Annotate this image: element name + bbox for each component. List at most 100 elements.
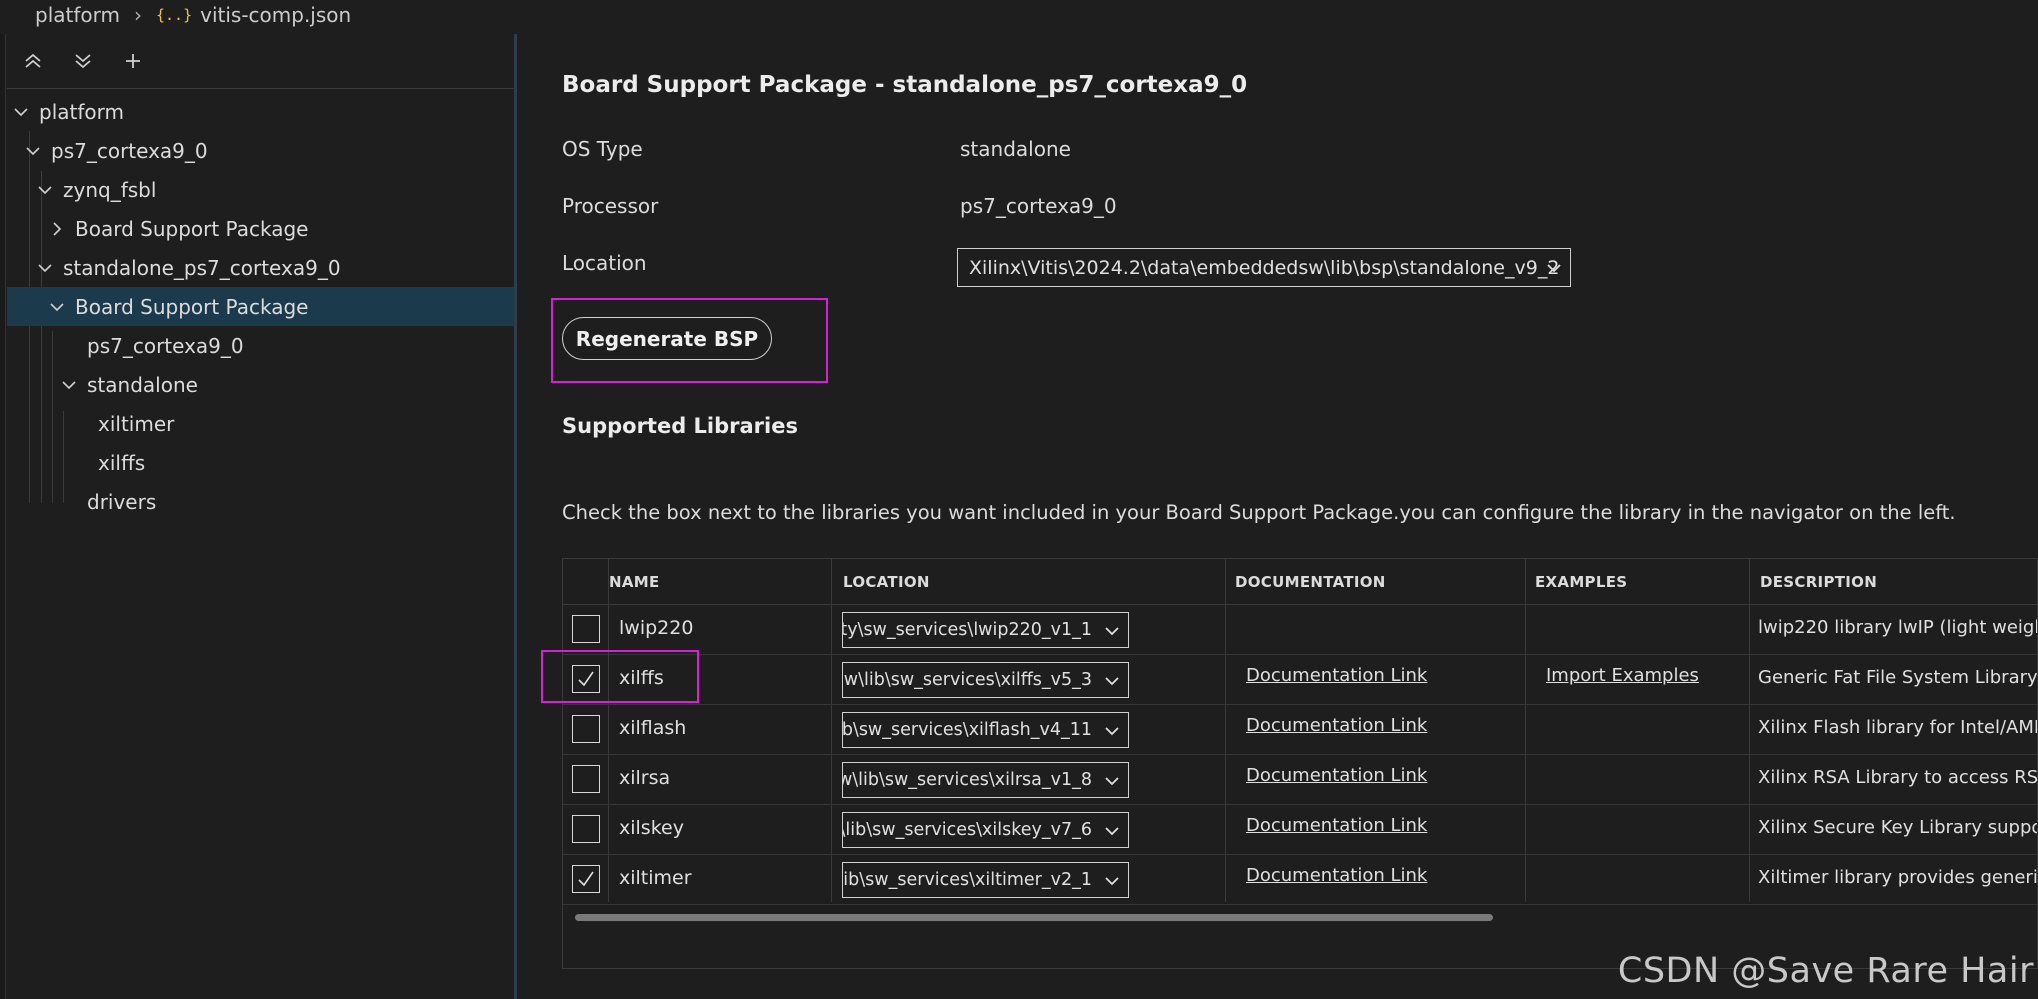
library-location-dropdown[interactable]: eddedsw\lib\sw_services\xiltimer_v2_1 [842,862,1129,898]
table-row: xilflash eddedsw\lib\sw_services\xilflas… [563,705,2038,755]
header-location[interactable]: LOCATION [843,559,930,605]
expand-all-button[interactable] [69,47,97,75]
library-location-dropdown[interactable]: beddedsw\lib\sw_services\xilskey_v7_6 [842,812,1129,848]
documentation-link[interactable]: Documentation Link [1246,815,1427,836]
chevron-double-down-icon [75,54,91,69]
library-checkbox[interactable] [572,715,600,743]
library-location-dropdown[interactable]: nbeddedsw\lib\sw_services\xilrsa_v1_8 [842,762,1129,798]
library-location-value: mbeddedsw\lib\sw_services\xilffs_v5_3 [843,670,1092,690]
header-examples[interactable]: EXAMPLES [1535,559,1627,605]
regenerate-bsp-button[interactable]: Regenerate BSP [562,317,772,360]
table-row: xilskey beddedsw\lib\sw_services\xilskey… [563,805,2037,855]
table-row: xiltimer eddedsw\lib\sw_services\xiltime… [563,855,2038,905]
tree-item-standalone[interactable]: standalone [7,365,515,404]
tree-item-ps7-cortexa9-0[interactable]: ps7_cortexa9_0 [7,131,515,170]
chevron-double-up-icon [25,53,41,68]
plus-icon [126,54,140,68]
library-checkbox[interactable] [572,765,600,793]
tree-item-xilffs[interactable]: xilffs [7,443,515,482]
table-row: xilrsa nbeddedsw\lib\sw_services\xilrsa_… [563,755,2038,805]
chevron-down-icon [1105,677,1119,686]
tree-item-label: Board Support Package [75,294,309,319]
tree-item-label: drivers [87,489,157,514]
library-location-value: eddedsw\lib\sw_services\xilflash_v4_11 [842,720,1092,740]
platform-tree: platform ps7_cortexa9_0 zynq_fsbl Board … [7,89,515,521]
page-title: Board Support Package - standalone_ps7_c… [562,72,1248,98]
collapse-all-button[interactable] [19,47,47,75]
scrollbar-thumb[interactable] [575,914,1493,921]
library-description: Xilinx RSA Library to access RSA a [1758,767,2038,788]
tree-item-label: Board Support Package [75,216,309,241]
library-name: lwip220 [619,617,694,639]
library-description: Generic Fat File System Library. [1758,667,2038,688]
libraries-table: NAME LOCATION DOCUMENTATION EXAMPLES DES… [562,558,2038,969]
library-location-value: eddedsw\lib\sw_services\xiltimer_v2_1 [843,870,1092,890]
tree-item-zynq-fsbl[interactable]: zynq_fsbl [7,170,515,209]
library-location-value: nbeddedsw\lib\sw_services\xilrsa_v1_8 [843,770,1092,790]
header-name[interactable]: NAME [609,559,660,605]
documentation-link[interactable]: Documentation Link [1246,665,1427,686]
documentation-link[interactable]: Documentation Link [1246,765,1427,786]
location-value: Xilinx\Vitis\2024.2\data\embeddedsw\lib\… [969,256,1560,279]
library-checkbox[interactable] [572,615,600,643]
table-row: lwip220 v\ThirdParty\sw_services\lwip220… [563,605,2038,655]
sidebar-toolbar [7,34,515,89]
os-type-label: OS Type [562,137,643,161]
library-name: xiltimer [619,867,692,889]
library-checkbox[interactable] [572,815,600,843]
chevron-down-icon [37,260,53,276]
chevron-right-icon [49,221,65,237]
library-location-dropdown[interactable]: mbeddedsw\lib\sw_services\xilffs_v5_3 [842,662,1129,698]
breadcrumb: platform › {..} vitis-comp.json [0,0,2038,30]
bsp-editor: Board Support Package - standalone_ps7_c… [517,34,2038,999]
library-location-dropdown[interactable]: v\ThirdParty\sw_services\lwip220_v1_1 [842,612,1129,648]
table-row: xilffs mbeddedsw\lib\sw_services\xilffs_… [563,655,2038,705]
library-description: Xiltimer library provides generic t [1758,867,2038,888]
tree-item-xiltimer[interactable]: xiltimer [7,404,515,443]
tree-item-label: standalone [87,372,198,397]
add-button[interactable] [119,47,147,75]
library-name: xilrsa [619,767,671,789]
xilffs-highlight-box [541,650,699,703]
library-description: lwip220 library lwIP (light weight [1758,617,2038,638]
tree-item-standalone-bsp[interactable]: Board Support Package [7,287,515,326]
tree-item-label: standalone_ps7_cortexa9_0 [63,255,341,280]
library-checkbox[interactable] [572,865,600,893]
library-description: Xilinx Flash library for Intel/AMD [1758,717,2038,738]
watermark: CSDN @Save Rare Hair [1617,951,2034,991]
library-location-value: beddedsw\lib\sw_services\xilskey_v7_6 [843,820,1092,840]
import-examples-link[interactable]: Import Examples [1546,665,1699,686]
header-documentation[interactable]: DOCUMENTATION [1235,559,1386,605]
tree-item-label: xilffs [98,450,146,475]
header-description[interactable]: DESCRIPTION [1760,559,1877,605]
processor-value: ps7_cortexa9_0 [960,194,1117,218]
tree-item-label: zynq_fsbl [63,177,157,202]
library-location-dropdown[interactable]: eddedsw\lib\sw_services\xilflash_v4_11 [842,712,1129,748]
library-location-value: v\ThirdParty\sw_services\lwip220_v1_1 [843,620,1092,640]
chevron-down-icon [37,182,53,198]
chevron-right-icon: › [133,3,142,27]
chevron-down-icon [61,377,77,393]
library-name: xilskey [619,817,684,839]
json-file-icon: {..} [155,6,193,24]
breadcrumb-platform[interactable]: platform [35,3,120,27]
tree-item-drivers[interactable]: drivers [7,482,515,521]
chevron-down-icon [1547,264,1561,273]
chevron-down-icon [1105,777,1119,786]
tree-item-bsp-processor[interactable]: ps7_cortexa9_0 [7,326,515,365]
supported-libraries-title: Supported Libraries [562,414,798,438]
processor-label: Processor [562,194,659,218]
tree-item-label: ps7_cortexa9_0 [87,333,244,358]
location-dropdown[interactable]: Xilinx\Vitis\2024.2\data\embeddedsw\lib\… [957,248,1571,287]
horizontal-scrollbar[interactable] [563,909,2037,923]
tree-item-platform[interactable]: platform [7,92,515,131]
documentation-link[interactable]: Documentation Link [1246,865,1427,886]
tree-item-fsbl-bsp[interactable]: Board Support Package [7,209,515,248]
chevron-down-icon [1105,877,1119,886]
breadcrumb-file[interactable]: vitis-comp.json [200,3,351,27]
location-label: Location [562,251,647,275]
documentation-link[interactable]: Documentation Link [1246,715,1427,736]
library-name: xilflash [619,717,687,739]
checkmark-icon [578,871,594,887]
tree-item-standalone-ps7-cortexa9-0[interactable]: standalone_ps7_cortexa9_0 [7,248,515,287]
